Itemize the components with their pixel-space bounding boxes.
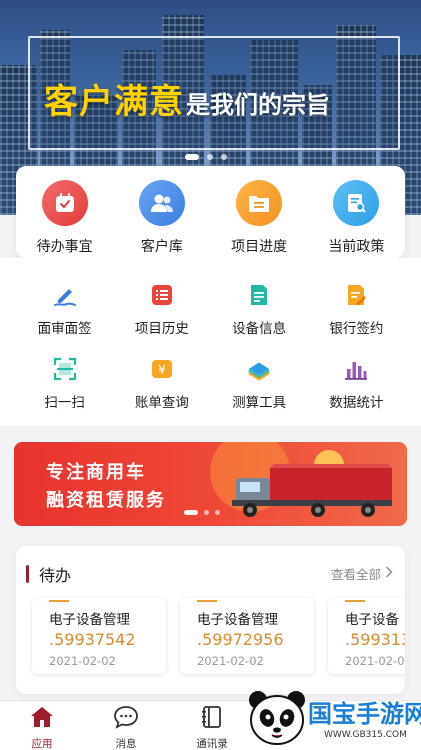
shortcut-label: 待办事宜 — [36, 239, 93, 255]
grid-item-calc-tool[interactable]: 测算工具 — [211, 356, 308, 411]
scan-icon — [52, 356, 78, 382]
folder-icon — [236, 180, 283, 226]
grid-item-interview-sign[interactable]: 面审面签 — [16, 282, 113, 337]
promo-line-2: 融资租赁服务 — [46, 490, 166, 511]
svg-text:¥: ¥ — [158, 363, 166, 377]
shortcut-label: 客户库 — [140, 239, 183, 255]
function-grid: 面审面签 项目历史 设备信息 银行签约 扫一扫 ¥ 账单查询 测算工具 数据统计 — [0, 258, 421, 426]
nav-tab-label: 通讯录 — [196, 738, 228, 750]
site-watermark: 国宝手游网 WWW.GB315.COM — [232, 662, 421, 750]
list-icon — [149, 282, 175, 308]
grid-item-label: 测算工具 — [232, 395, 287, 411]
main-shortcut-card: 待办事宜 客户库 项目进度 当前政策 — [16, 166, 405, 258]
todo-title: 待办 — [39, 566, 72, 585]
shortcut-policy[interactable]: 当前政策 — [308, 166, 405, 258]
bar-chart-icon — [343, 356, 369, 382]
bill-icon: ¥ — [149, 356, 175, 382]
bank-sign-icon — [343, 282, 369, 308]
calendar-check-icon — [41, 180, 88, 226]
grid-item-device-info[interactable]: 设备信息 — [211, 282, 308, 337]
todo-header: 待办 — [26, 562, 71, 586]
truck-illustration — [232, 464, 392, 517]
grid-item-label: 扫一扫 — [44, 395, 85, 411]
todo-item[interactable]: 电子设备管理 .59937542 2021-02-02 — [32, 598, 166, 674]
todo-item-number: .599313 — [345, 630, 405, 649]
chevron-right-icon — [385, 566, 393, 581]
nav-tab-apps[interactable]: 应用 — [12, 705, 72, 750]
shortcut-todo[interactable]: 待办事宜 — [16, 166, 113, 258]
contacts-icon — [200, 705, 224, 733]
watermark-url: WWW.GB315.COM — [324, 730, 407, 740]
carousel-indicator — [185, 154, 227, 160]
shortcut-label: 当前政策 — [328, 239, 385, 255]
todo-item-name: 电子设备 — [345, 612, 399, 628]
grid-item-label: 银行签约 — [329, 321, 384, 337]
grid-item-label: 项目历史 — [134, 321, 189, 337]
todo-item-accent — [49, 600, 69, 602]
view-all-link[interactable]: 查看全部 — [331, 564, 393, 583]
grid-item-bank-sign[interactable]: 银行签约 — [308, 282, 405, 337]
users-icon — [138, 180, 185, 226]
shortcut-progress[interactable]: 项目进度 — [211, 166, 308, 258]
document-search-icon — [333, 180, 380, 226]
carousel-dot[interactable] — [207, 154, 213, 160]
shortcut-label: 项目进度 — [231, 239, 288, 255]
nav-tab-messages[interactable]: 消息 — [96, 705, 156, 750]
message-icon — [113, 705, 139, 733]
pen-sign-icon — [52, 282, 78, 308]
hero-slogan-rest: 是我们的宗旨 — [186, 91, 330, 119]
todo-item-accent — [197, 600, 217, 602]
promo-carousel-indicator — [184, 510, 220, 515]
section-accent-bar — [26, 565, 29, 583]
grid-item-bill-query[interactable]: ¥ 账单查询 — [113, 356, 210, 411]
carousel-dot[interactable] — [185, 154, 199, 160]
calculator-tool-icon — [246, 356, 272, 382]
todo-item-accent — [345, 600, 365, 602]
watermark-brand: 国宝手游网 — [308, 700, 421, 728]
hero-slogan: 客户满意是我们的宗旨 — [44, 74, 330, 123]
panda-logo-icon — [249, 691, 305, 745]
grid-item-label: 面审面签 — [37, 321, 92, 337]
grid-item-project-history[interactable]: 项目历史 — [113, 282, 210, 337]
view-all-label: 查看全部 — [330, 567, 381, 582]
home-icon — [29, 705, 55, 733]
promo-line-1: 专注商用车 — [46, 462, 146, 483]
todo-item-date: 2021-02-02 — [49, 654, 116, 668]
grid-item-data-stats[interactable]: 数据统计 — [308, 356, 405, 411]
nav-tab-label: 消息 — [115, 738, 137, 750]
nav-tab-label: 应用 — [31, 738, 53, 750]
hero-slogan-highlight: 客户满意 — [44, 82, 184, 122]
device-doc-icon — [246, 282, 272, 308]
grid-item-scan[interactable]: 扫一扫 — [16, 356, 113, 411]
todo-item-number: .59937542 — [49, 630, 136, 649]
todo-item-name: 电子设备管理 — [49, 612, 130, 628]
promo-banner[interactable]: 专注商用车 融资租赁服务 — [14, 442, 407, 526]
todo-item-name: 电子设备管理 — [197, 612, 278, 628]
carousel-dot[interactable] — [221, 154, 227, 160]
shortcut-customers[interactable]: 客户库 — [113, 166, 210, 258]
grid-item-label: 设备信息 — [232, 321, 287, 337]
grid-item-label: 账单查询 — [134, 395, 189, 411]
grid-item-label: 数据统计 — [329, 395, 384, 411]
todo-item-number: .59972956 — [197, 630, 284, 649]
